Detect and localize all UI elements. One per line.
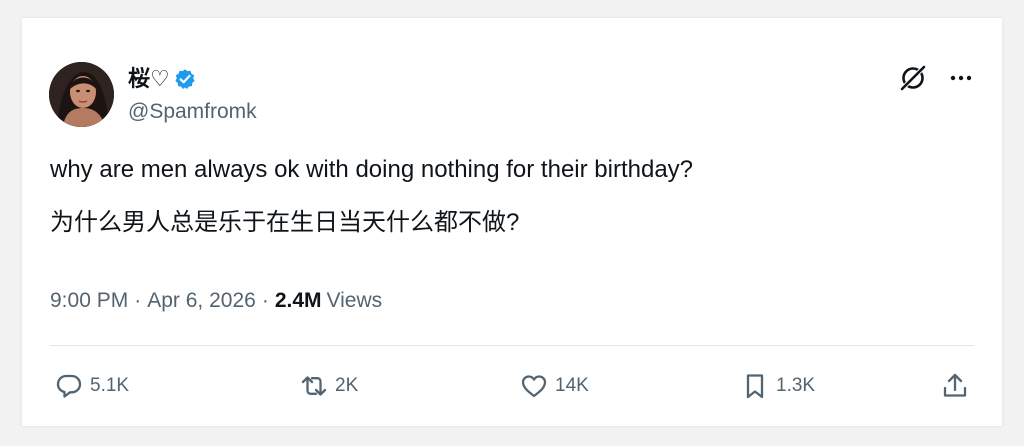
- verified-badge-icon: [175, 69, 195, 89]
- views-count: 2.4M: [274, 289, 322, 312]
- share-button[interactable]: [940, 368, 970, 404]
- meta-separator: ·: [261, 289, 269, 312]
- bookmark-icon: [746, 374, 764, 399]
- tweet-time[interactable]: 9:00 PM: [50, 287, 128, 315]
- share-icon: [943, 373, 967, 397]
- meta-separator: ·: [134, 289, 142, 312]
- views-label: Views: [326, 289, 383, 312]
- display-name[interactable]: 桜♡: [128, 66, 170, 92]
- like-count: 14K: [555, 375, 589, 396]
- like-button[interactable]: 14K: [519, 368, 589, 404]
- divider: [50, 345, 974, 346]
- bookmark-button[interactable]: 1.3K: [740, 368, 815, 404]
- repost-count: 2K: [335, 375, 359, 396]
- tweet-text-english: why are men always ok with doing nothing…: [50, 156, 694, 183]
- reply-icon: [56, 374, 82, 398]
- reply-button[interactable]: 5.1K: [54, 368, 129, 404]
- repost-button[interactable]: 2K: [299, 368, 358, 404]
- avatar[interactable]: [49, 62, 114, 127]
- tweet-meta: 9:00 PM · Apr 6, 2026 · 2.4M Views: [50, 287, 382, 315]
- like-icon: [521, 375, 547, 398]
- tweet-text-chinese: 为什么男人总是乐于在生日当天什么都不做?: [50, 209, 520, 236]
- tweet-card[interactable]: 桜♡ @Spamfromk why are men always ok with…: [22, 18, 1002, 426]
- more-icon[interactable]: [946, 63, 976, 93]
- reply-count: 5.1K: [90, 375, 130, 396]
- action-bar: 5.1K 2K 14K 1.3K: [54, 368, 972, 404]
- user-handle[interactable]: @Spamfromk: [128, 99, 257, 125]
- tweet-date[interactable]: Apr 6, 2026: [147, 287, 256, 315]
- bookmark-count: 1.3K: [776, 375, 816, 396]
- repost-icon: [301, 376, 327, 396]
- grok-icon[interactable]: [898, 63, 928, 93]
